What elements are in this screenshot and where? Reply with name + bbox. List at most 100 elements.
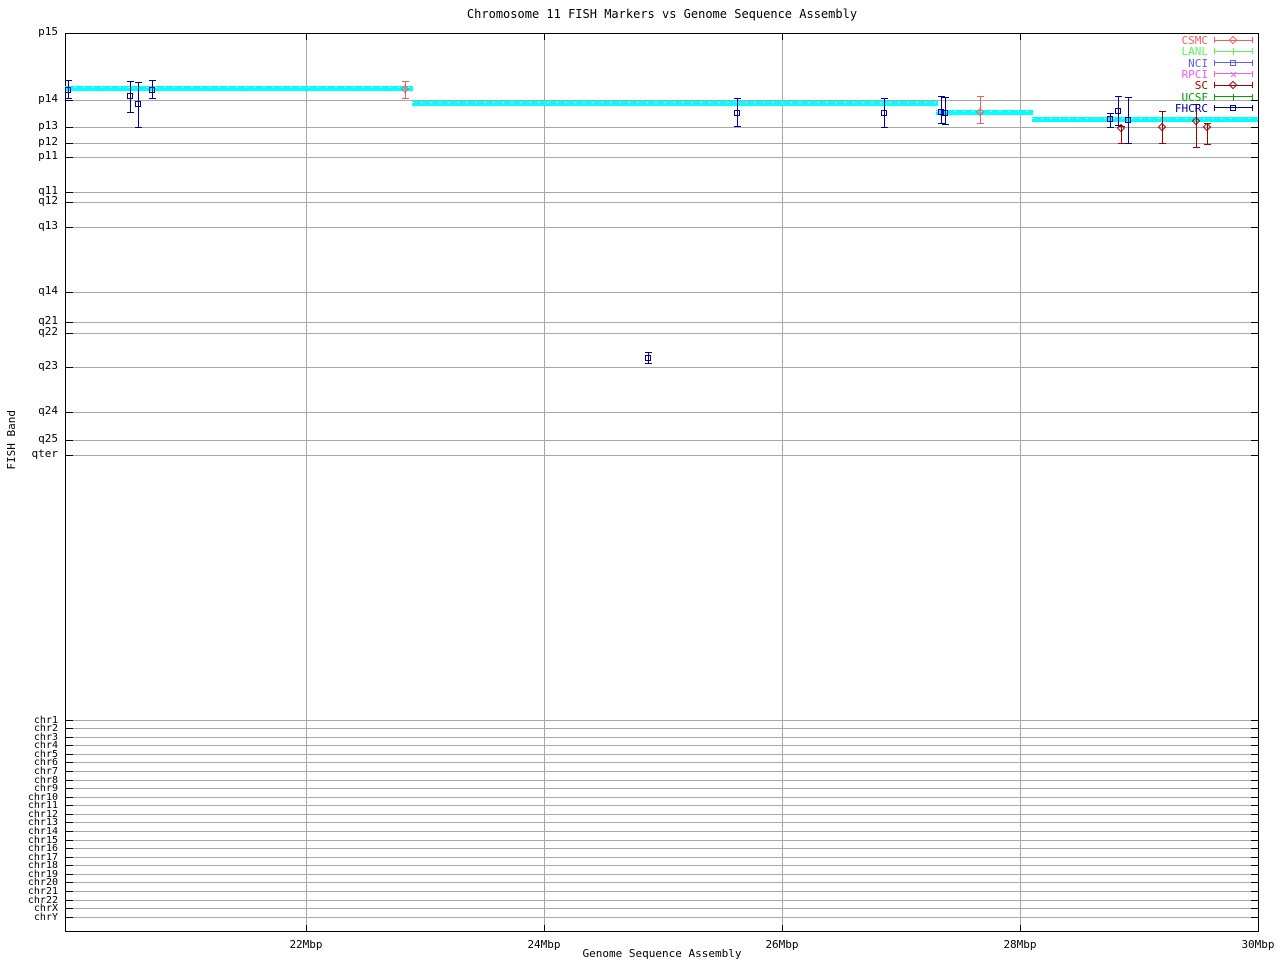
y-tickmark-left (65, 440, 73, 441)
fhcrc-errorbar-cap (1125, 143, 1132, 144)
y-tickmark-right (1251, 412, 1259, 413)
y-gridline (65, 192, 1259, 193)
chr-tickmark-left (65, 900, 73, 901)
y-tick-label: qter (0, 449, 58, 459)
chr-tickmark-right (1251, 822, 1259, 823)
fhcrc-errorbar-cap (65, 80, 72, 81)
y-tickmark-right (1251, 292, 1259, 293)
y-tick-label: q23 (0, 361, 58, 371)
legend-sample-cap (1214, 105, 1215, 111)
y-tickmark-left (65, 33, 73, 34)
x-tickmark-bottom (1258, 925, 1259, 932)
chr-tickmark-left (65, 848, 73, 849)
sc-marker (1158, 123, 1166, 131)
legend-sample-cap (1214, 60, 1215, 66)
fhcrc-errorbar-cap (1115, 125, 1122, 126)
fhcrc-errorbar-cap (127, 81, 134, 82)
legend-label-fhcrc: FHCRC (1100, 102, 1208, 115)
y-tick-label: q14 (0, 286, 58, 296)
y-gridline (65, 157, 1259, 158)
fhcrc-marker (135, 101, 141, 107)
chr-tickmark-left (65, 797, 73, 798)
fhcrc-errorbar-cap (1107, 127, 1114, 128)
y-tickmark-right (1251, 127, 1259, 128)
chr-tickmark-left (65, 857, 73, 858)
chr-gridline (65, 780, 1259, 781)
chr-tickmark-left (65, 805, 73, 806)
chr-gridline (65, 822, 1259, 823)
chr-tickmark-left (65, 728, 73, 729)
y-tickmark-left (65, 127, 73, 128)
chr-gridline (65, 728, 1259, 729)
fhcrc-errorbar-cap (645, 352, 652, 353)
y-tickmark-left (65, 143, 73, 144)
legend-sample-cap (1252, 105, 1253, 111)
fhcrc-marker (149, 87, 155, 93)
y-tick-label: q12 (0, 196, 58, 206)
chr-tickmark-left (65, 831, 73, 832)
fhcrc-errorbar-cap (942, 124, 949, 125)
chr-tickmark-right (1251, 814, 1259, 815)
chr-tickmark-right (1251, 771, 1259, 772)
chr-tickmark-right (1251, 762, 1259, 763)
chr-tickmark-right (1251, 737, 1259, 738)
y-tickmark-right (1251, 100, 1259, 101)
fhcrc-errorbar-cap (135, 82, 142, 83)
chr-tickmark-right (1251, 874, 1259, 875)
chr-tickmark-left (65, 917, 73, 918)
chr-gridline (65, 805, 1259, 806)
chr-tickmark-right (1251, 900, 1259, 901)
chr-tickmark-left (65, 874, 73, 875)
chr-gridline (65, 917, 1259, 918)
sc-marker (1203, 123, 1211, 131)
y-tickmark-right (1251, 440, 1259, 441)
chr-tickmark-left (65, 780, 73, 781)
fhcrc-errorbar-cap (65, 98, 72, 99)
y-gridline (65, 227, 1259, 228)
fhcrc-errorbar-cap (734, 126, 741, 127)
chr-gridline (65, 762, 1259, 763)
chr-gridline (65, 840, 1259, 841)
y-gridline (65, 333, 1259, 334)
y-tickmark-left (65, 322, 73, 323)
y-tickmark-left (65, 192, 73, 193)
fhcrc-errorbar-cap (734, 98, 741, 99)
chr-gridline (65, 831, 1259, 832)
coverage-band (65, 86, 413, 91)
fhcrc-errorbar-cap (149, 80, 156, 81)
fhcrc-marker (1107, 116, 1113, 122)
chr-tickmark-right (1251, 917, 1259, 918)
x-tickmark-top (544, 33, 545, 40)
y-gridline (65, 412, 1259, 413)
y-tick-label: q22 (0, 327, 58, 337)
chr-tickmark-right (1251, 745, 1259, 746)
chr-tickmark-left (65, 754, 73, 755)
chr-tickmark-left (65, 737, 73, 738)
chr-gridline (65, 771, 1259, 772)
csmc-errorbar-cap (402, 81, 409, 82)
chr-gridline (65, 720, 1259, 721)
fhcrc-marker (127, 93, 133, 99)
chr-tickmark-right (1251, 780, 1259, 781)
y-tickmark-right (1251, 33, 1259, 34)
chr-tickmark-left (65, 720, 73, 721)
y-tickmark-right (1251, 202, 1259, 203)
y-tick-label: q25 (0, 434, 58, 444)
chr-gridline (65, 874, 1259, 875)
legend-sample-cap (1252, 60, 1253, 66)
chr-tickmark-right (1251, 857, 1259, 858)
y-tickmark-right (1251, 143, 1259, 144)
legend-sample-marker (1230, 51, 1237, 52)
chr-tickmark-left (65, 840, 73, 841)
chr-gridline (65, 900, 1259, 901)
chr-tickmark-right (1251, 908, 1259, 909)
chr-tickmark-right (1251, 882, 1259, 883)
csmc-errorbar-cap (977, 123, 984, 124)
x-tickmark-bottom (544, 925, 545, 932)
fhcrc-errorbar-cap (881, 98, 888, 99)
legend-sample-marker (1229, 36, 1237, 44)
fhcrc-errorbar-cap (645, 363, 652, 364)
chr-tickmark-right (1251, 797, 1259, 798)
y-gridline (65, 143, 1259, 144)
y-tickmark-right (1251, 157, 1259, 158)
